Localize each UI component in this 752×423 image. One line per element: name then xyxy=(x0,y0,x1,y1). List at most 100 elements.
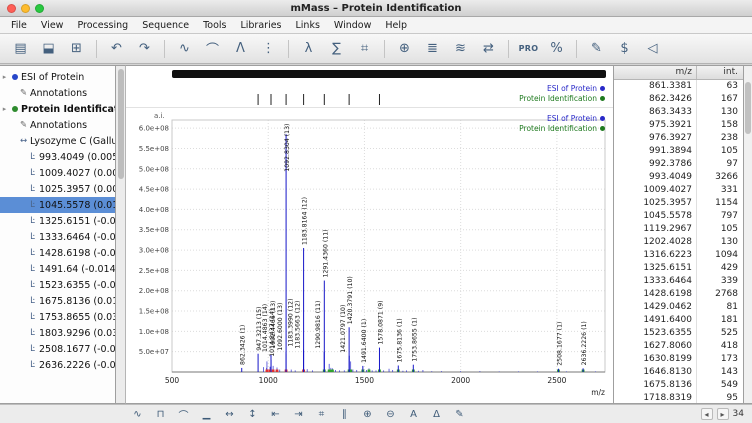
peaklist-row[interactable]: 993.40493266 xyxy=(614,171,743,184)
range-selector[interactable] xyxy=(172,70,606,78)
menu-window[interactable]: Window xyxy=(327,20,378,31)
peaklist-row[interactable]: 1630.8199173 xyxy=(614,353,743,366)
menu-help[interactable]: Help xyxy=(378,20,414,31)
annotation-edit-button[interactable]: ✎ xyxy=(584,38,609,60)
baseline-correction-button[interactable]: ⌒ xyxy=(200,38,225,60)
money-calibration-button[interactable]: $ xyxy=(612,38,637,60)
tree-scrollbar-thumb[interactable] xyxy=(118,69,124,179)
baseline-view-button[interactable]: ▁ xyxy=(197,407,216,422)
grid-toggle-button[interactable]: ⌗ xyxy=(312,407,331,422)
open-document-button[interactable]: ▤ xyxy=(8,38,33,60)
redo-button[interactable]: ↷ xyxy=(132,38,157,60)
peaklist-row[interactable]: 975.3921158 xyxy=(614,119,743,132)
peaklist-row[interactable]: 1009.4027331 xyxy=(614,184,743,197)
menu-processing[interactable]: Processing xyxy=(70,20,135,31)
autoscale-x-button[interactable]: ↔ xyxy=(220,407,239,422)
zoom-out-button[interactable]: ⊖ xyxy=(381,407,400,422)
spectrum-plot[interactable]: 5.0e+071.0e+081.5e+082.0e+082.5e+083.0e+… xyxy=(126,110,613,403)
peaklist-row[interactable]: 1045.5578797 xyxy=(614,210,743,223)
column-header-int[interactable]: int. xyxy=(696,66,742,79)
peaklist-row[interactable]: 1316.62231094 xyxy=(614,249,743,262)
tree-item[interactable]: ▸ESI of Protein xyxy=(0,69,115,85)
peak-picking-button[interactable]: Λ xyxy=(228,38,253,60)
tree-scrollbar[interactable] xyxy=(116,65,126,404)
peaklist-row[interactable]: 863.3433130 xyxy=(614,106,743,119)
menu-view[interactable]: View xyxy=(34,20,71,31)
pager-next-button[interactable]: ▸ xyxy=(717,408,729,420)
close-button[interactable] xyxy=(7,4,16,13)
peaklist-tool-button[interactable]: ≣ xyxy=(420,38,445,60)
peaklist-row[interactable]: 1523.6355525 xyxy=(614,327,743,340)
peaklist-row[interactable]: 861.338163 xyxy=(614,80,743,93)
document-info-button[interactable]: ⊞ xyxy=(64,38,89,60)
peaklist-row[interactable]: 862.3426167 xyxy=(614,93,743,106)
peaklist-row[interactable]: 1627.8060418 xyxy=(614,340,743,353)
menu-libraries[interactable]: Libraries xyxy=(233,20,288,31)
peaklist-row[interactable]: 1202.4028130 xyxy=(614,236,743,249)
tree-item[interactable]: Ŀ1675.8136 (0.012 xyxy=(0,293,115,309)
notifications-button[interactable]: ◁ xyxy=(640,38,665,60)
smooth-view-button[interactable]: ⌒ xyxy=(174,407,193,422)
tree-item[interactable]: Ŀ1428.6198 (-0.030 xyxy=(0,245,115,261)
peaklist-row[interactable]: 1119.2967105 xyxy=(614,223,743,236)
peaklist-row[interactable]: 1718.831995 xyxy=(614,392,743,403)
tree-item[interactable]: ✎Annotations xyxy=(0,85,115,101)
tree-item[interactable]: Ŀ2508.1677 (-0.021 xyxy=(0,341,115,357)
deisotoping-button[interactable]: ⋮ xyxy=(256,38,281,60)
tree-item[interactable]: ▸Protein Identification xyxy=(0,101,115,117)
tree-item[interactable]: Ŀ1491.64 (-0.0146 xyxy=(0,261,115,277)
pager-prev-button[interactable]: ◂ xyxy=(701,408,713,420)
peaklist-row[interactable]: 991.3894105 xyxy=(614,145,743,158)
tree-item[interactable]: Ŀ1045.5578 (0.015 xyxy=(0,197,115,213)
peaklist-row[interactable]: 976.3927238 xyxy=(614,132,743,145)
mass-filter-button[interactable]: ⌗ xyxy=(352,38,377,60)
stick-mode-button[interactable]: ⊓ xyxy=(151,407,170,422)
profile-mode-button[interactable]: ∿ xyxy=(128,407,147,422)
presets-button[interactable]: PRO xyxy=(516,38,541,60)
menu-tools[interactable]: Tools xyxy=(196,20,233,31)
tree-item[interactable]: ↔Lysozyme C (Gallus xyxy=(0,133,115,149)
column-header-mz[interactable]: m/z xyxy=(614,66,696,79)
tree-item[interactable]: Ŀ1753.8655 (0.030- xyxy=(0,309,115,325)
labels-toggle-button[interactable]: A xyxy=(404,407,423,422)
peaklist-row[interactable]: 992.378697 xyxy=(614,158,743,171)
peaklist-row[interactable]: 1025.39571154 xyxy=(614,197,743,210)
signal-tool-button[interactable]: ≋ xyxy=(448,38,473,60)
disclosure-triangle-icon[interactable]: ▸ xyxy=(0,73,9,81)
tree-item[interactable]: ✎Annotations xyxy=(0,117,115,133)
tree-item[interactable]: Ŀ2636.2226 (-0.02 xyxy=(0,357,115,373)
tree-item[interactable]: Ŀ1333.6464 (-0.021 xyxy=(0,229,115,245)
save-document-button[interactable]: ⬓ xyxy=(36,38,61,60)
autoscale-y-button[interactable]: ↕ xyxy=(243,407,262,422)
menu-sequence[interactable]: Sequence xyxy=(135,20,196,31)
zoom-in-button[interactable]: ⊕ xyxy=(358,407,377,422)
menu-file[interactable]: File xyxy=(4,20,34,31)
range-start-button[interactable]: ⇤ xyxy=(266,407,285,422)
mass-calculator-button[interactable]: ∑ xyxy=(324,38,349,60)
tree-item[interactable]: Ŀ1803.9296 (0.033 xyxy=(0,325,115,341)
range-end-button[interactable]: ⇥ xyxy=(289,407,308,422)
undo-button[interactable]: ↶ xyxy=(104,38,129,60)
smoothing-button[interactable]: ∿ xyxy=(172,38,197,60)
peaklist-row[interactable]: 1428.61982768 xyxy=(614,288,743,301)
minimize-button[interactable] xyxy=(21,4,30,13)
zoom-tool-button[interactable]: ⊕ xyxy=(392,38,417,60)
match-tool-button[interactable]: % xyxy=(544,38,569,60)
peaklist-row[interactable]: 1491.6400181 xyxy=(614,314,743,327)
tree-item[interactable]: Ŀ1325.6151 (-0.015 xyxy=(0,213,115,229)
peaklist-scrollbar[interactable] xyxy=(744,65,752,404)
tree-item[interactable]: Ŀ1009.4027 (0.008 xyxy=(0,165,115,181)
peaklist-row[interactable]: 1325.6151429 xyxy=(614,262,743,275)
sequence-editor-button[interactable]: λ xyxy=(296,38,321,60)
spectrum-canvas[interactable]: 5.0e+071.0e+081.5e+082.0e+082.5e+083.0e+… xyxy=(126,110,614,404)
tree-item[interactable]: Ŀ1025.3957 (0.008 xyxy=(0,181,115,197)
maximize-button[interactable] xyxy=(35,4,44,13)
peaklist-header[interactable]: m/z int. xyxy=(614,66,743,80)
cursor-tracker-button[interactable]: ∥ xyxy=(335,407,354,422)
tree-item[interactable]: Ŀ1523.6355 (-0.006 xyxy=(0,277,115,293)
peaklist-scrollbar-thumb[interactable] xyxy=(745,82,751,134)
compare-tool-button[interactable]: ⇄ xyxy=(476,38,501,60)
peaklist-row[interactable]: 1429.046281 xyxy=(614,301,743,314)
tree-item[interactable]: Ŀ993.4049 (0.0053 xyxy=(0,149,115,165)
disclosure-triangle-icon[interactable]: ▸ xyxy=(0,105,9,113)
